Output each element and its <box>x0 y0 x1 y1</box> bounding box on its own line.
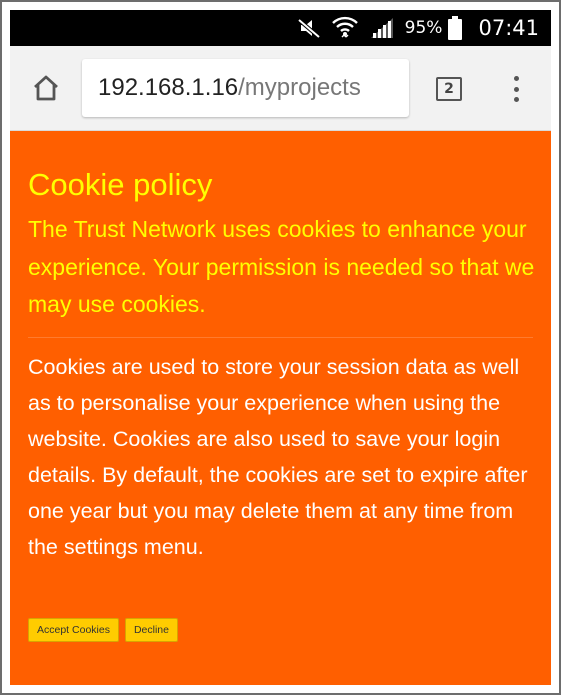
url-path: /myprojects <box>238 74 361 101</box>
status-bar: 95% 07:41 <box>10 10 551 46</box>
accept-cookies-button[interactable]: Accept Cookies <box>28 618 119 642</box>
signal-icon <box>369 16 395 40</box>
cookie-policy-page: Cookie policy The Trust Network uses coo… <box>10 131 551 685</box>
browser-toolbar: 192.168.1.16/myprojects 2 <box>10 46 551 131</box>
cookie-title: Cookie policy <box>28 167 213 202</box>
url-host: 192.168.1.16 <box>98 74 239 101</box>
clock: 07:41 <box>478 16 539 40</box>
cookie-actions: Accept Cookies Decline <box>28 618 178 642</box>
battery-percent: 95% <box>404 18 443 38</box>
divider <box>28 337 533 338</box>
wifi-icon <box>331 15 359 41</box>
cookie-body-text: Cookies are used to store your session d… <box>28 355 528 559</box>
tab-count: 2 <box>444 81 454 97</box>
status-icons: 95% 07:41 <box>297 10 539 46</box>
cookie-lead-text: The Trust Network uses cookies to enhanc… <box>28 216 535 317</box>
overflow-menu-button[interactable] <box>504 74 528 104</box>
home-button[interactable] <box>30 74 62 106</box>
address-bar[interactable]: 192.168.1.16/myprojects <box>82 59 409 117</box>
home-icon <box>31 74 61 107</box>
menu-dot <box>513 97 519 102</box>
menu-dot <box>513 76 519 81</box>
menu-dot <box>513 86 519 92</box>
decline-button[interactable]: Decline <box>124 618 178 642</box>
mute-icon <box>297 17 321 39</box>
tab-switcher-button[interactable]: 2 <box>436 77 462 101</box>
battery-icon <box>448 16 463 40</box>
